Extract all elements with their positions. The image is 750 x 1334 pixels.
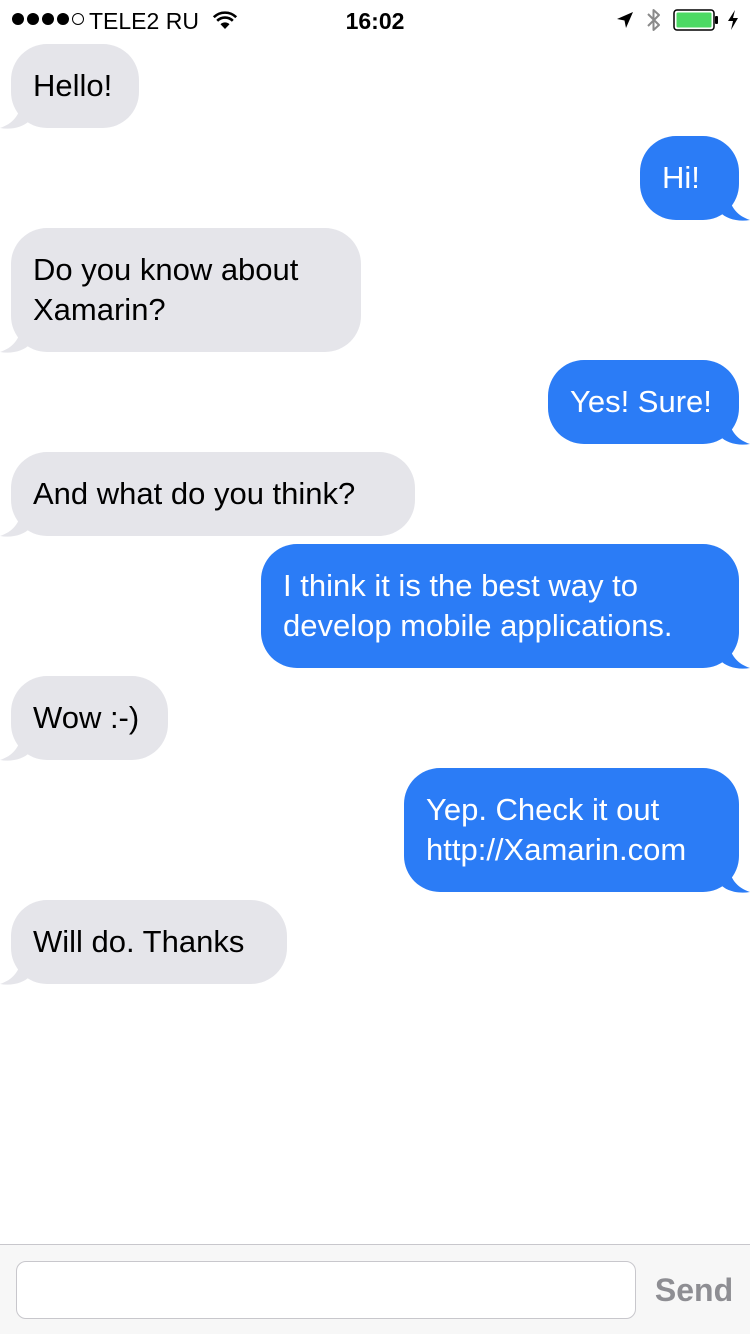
- input-bar: Send: [0, 1244, 750, 1334]
- chat-screen: TELE2 RU 16:02 Hello! Hi! Do you know abou…: [0, 0, 750, 1334]
- outgoing-message-bubble: Hi!: [640, 136, 739, 220]
- location-arrow-icon: [617, 12, 633, 28]
- incoming-message-bubble: Wow :-): [11, 676, 168, 760]
- incoming-message-bubble: Do you know about Xamarin?: [11, 228, 361, 352]
- status-bar: TELE2 RU 16:02: [0, 0, 750, 40]
- incoming-message-bubble: Hello!: [11, 44, 139, 128]
- outgoing-message-bubble: Yep. Check it out http://Xamarin.com: [404, 768, 739, 892]
- incoming-message-bubble: And what do you think?: [11, 452, 415, 536]
- battery-icon: [673, 9, 718, 31]
- outgoing-message-bubble: I think it is the best way to develop mo…: [261, 544, 739, 668]
- message-list: Hello! Hi! Do you know about Xamarin? Yes! …: [0, 44, 750, 1240]
- incoming-message-bubble: Will do. Thanks: [11, 900, 287, 984]
- charging-bolt-icon: [728, 10, 738, 30]
- bluetooth-icon: [647, 9, 660, 31]
- message-input[interactable]: [16, 1261, 636, 1319]
- clock: 16:02: [345, 8, 405, 34]
- send-button[interactable]: Send: [646, 1261, 742, 1319]
- outgoing-message-bubble: Yes! Sure!: [548, 360, 739, 444]
